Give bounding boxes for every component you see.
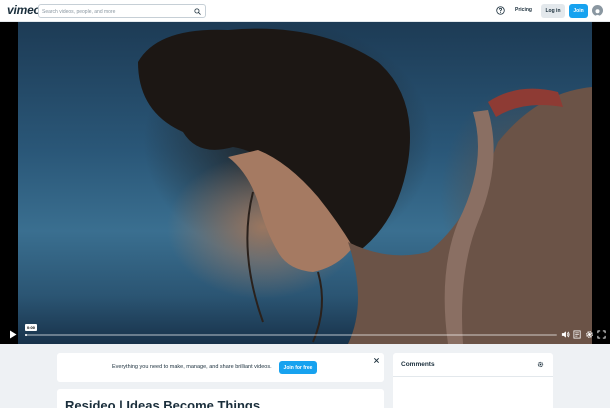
video-frame[interactable] [18, 22, 592, 344]
join-for-free-button[interactable]: Join for free [279, 361, 317, 374]
search-icon[interactable] [194, 8, 201, 15]
play-icon[interactable] [9, 330, 17, 339]
top-nav: vimeo Pricing Log in Join [0, 0, 610, 22]
transcript-icon[interactable] [573, 330, 582, 339]
promo-text: Everything you need to make, manage, and… [112, 364, 272, 370]
video-still-image [138, 28, 592, 344]
pricing-link[interactable]: Pricing [515, 7, 532, 13]
comments-heading: Comments [401, 361, 435, 368]
volume-icon[interactable] [561, 330, 570, 339]
settings-gear-icon[interactable] [585, 330, 594, 339]
avatar[interactable] [592, 5, 603, 16]
current-time-badge: 0:00 [25, 324, 38, 331]
fullscreen-icon[interactable] [597, 330, 606, 339]
login-button[interactable]: Log in [541, 4, 565, 18]
search-input[interactable] [42, 6, 192, 17]
search-box[interactable] [38, 4, 206, 18]
progress-bar[interactable] [25, 334, 557, 336]
player-controls: 0:00 [0, 324, 610, 344]
join-button[interactable]: Join [569, 4, 588, 18]
comments-divider [393, 376, 553, 377]
join-promo-banner: Everything you need to make, manage, and… [57, 353, 384, 382]
close-icon[interactable] [373, 357, 380, 364]
comments-settings-icon[interactable] [537, 361, 544, 368]
video-info-card: Resideo | Ideas Become Things [57, 389, 384, 408]
progress-bar-fill [25, 334, 27, 336]
video-player[interactable]: 0:00 [0, 22, 610, 344]
user-icon [594, 9, 601, 16]
vimeo-logo[interactable]: vimeo [7, 3, 41, 17]
comments-panel: Comments [393, 353, 553, 408]
help-icon[interactable] [496, 6, 505, 15]
video-title: Resideo | Ideas Become Things [65, 398, 261, 408]
